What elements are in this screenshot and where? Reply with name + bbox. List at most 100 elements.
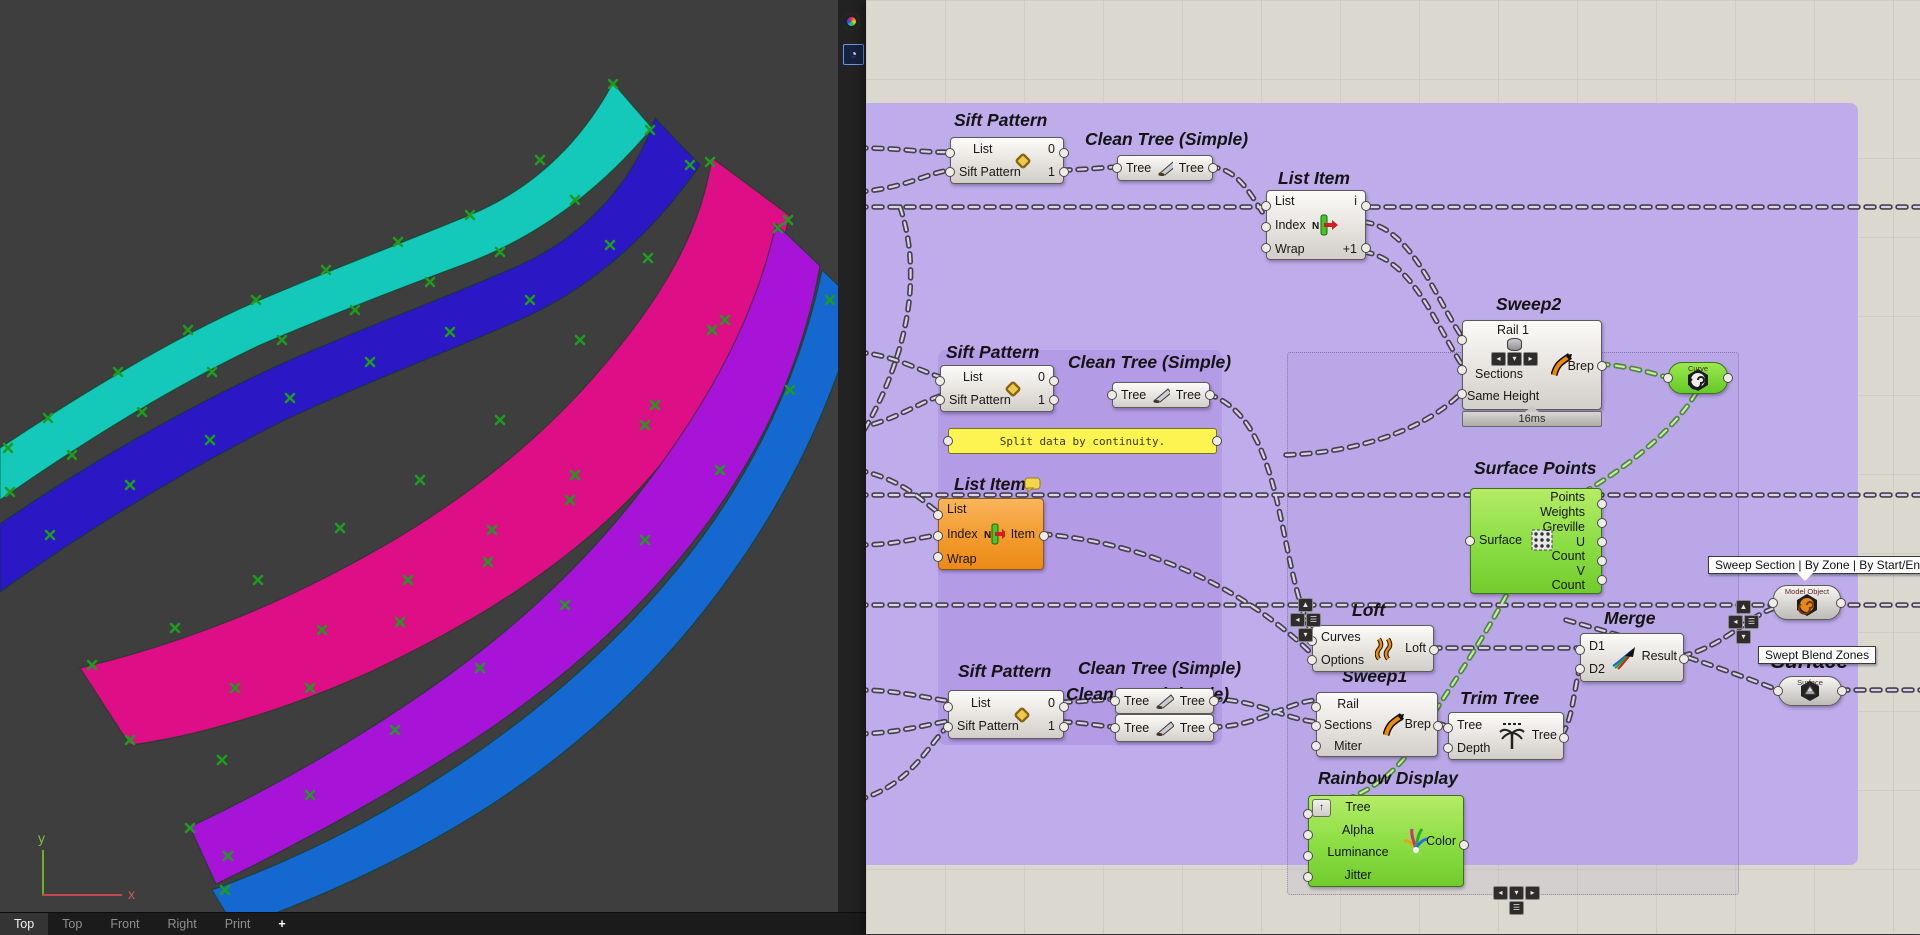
output-greville: Greville: [1542, 519, 1585, 534]
output-plus1: +1: [1342, 242, 1357, 256]
input-alpha: Alpha: [1342, 822, 1374, 837]
input-sift-pattern: Sift Pattern: [949, 392, 1011, 407]
input-index: Index: [947, 526, 978, 541]
grasshopper-icon[interactable]: ◔: [843, 44, 864, 65]
output-1: 1: [1048, 719, 1055, 734]
axis-y-line: [42, 850, 44, 895]
warning-balloon-icon: [1024, 477, 1041, 493]
palm-tree-icon: [1499, 723, 1525, 749]
title-sweep2: Sweep2: [1496, 294, 1562, 314]
component-clean-tree-4[interactable]: Tree Tree: [1110, 714, 1219, 742]
rhino-side-panel-edge: ◔: [838, 0, 867, 912]
tooltip-swept-blend-zones: Swept Blend Zones: [1758, 646, 1877, 664]
component-rainbow-display[interactable]: ↑ Tree Alpha Luminance Jitter Color: [1303, 795, 1469, 887]
input-miter: Miter: [1334, 738, 1362, 753]
component-trim-tree[interactable]: Tree Depth Tree: [1443, 712, 1569, 760]
component-surface-points[interactable]: Surface Points Weights Greville U Count …: [1465, 488, 1607, 594]
param-surface-label: Surface: [1797, 678, 1823, 687]
axis-x-label: x: [128, 886, 135, 902]
sift-pattern-icon: [1005, 381, 1021, 397]
loft-icon: [1375, 637, 1393, 661]
tab-front[interactable]: Front: [96, 913, 153, 935]
component-list-item-2[interactable]: List Index N Item Wrap: [933, 498, 1049, 570]
component-sweep2[interactable]: Rail 1 ◂ ▾ ▸ Sections Same Height Brep: [1457, 320, 1607, 410]
list-item-icon: N: [984, 523, 1005, 545]
input-sift-pattern: Sift Pattern: [959, 164, 1021, 179]
input-curves: Curves: [1321, 630, 1361, 645]
input-tree: Tree: [1124, 721, 1150, 735]
input-tree: Tree: [1457, 717, 1483, 732]
panel-note[interactable]: Split data by continuity.: [943, 428, 1222, 454]
input-tree: Tree: [1124, 694, 1150, 708]
component-list-item-1[interactable]: List i Index N Wrap +1: [1261, 190, 1371, 260]
input-sections: Sections: [1475, 367, 1523, 381]
output-v-count: V Count: [1551, 564, 1585, 593]
title-sift-pattern-1: Sift Pattern: [954, 110, 1048, 130]
title-merge: Merge: [1604, 608, 1656, 628]
sift-pattern-icon: [1014, 707, 1030, 723]
tab-top[interactable]: Top: [48, 913, 96, 935]
param-curve-label: Curve: [1687, 364, 1708, 373]
output-1: 1: [1038, 392, 1045, 407]
title-clean-tree-2: Clean Tree (Simple): [1068, 352, 1232, 372]
rhino-viewport[interactable]: y x: [0, 0, 838, 912]
title-rainbow-display: Rainbow Display: [1318, 768, 1459, 788]
tab-add-viewport[interactable]: +: [264, 913, 299, 935]
title-list-item-1: List Item: [1278, 168, 1350, 188]
component-sift-pattern-3[interactable]: List 0 Sift Pattern 1: [943, 690, 1069, 739]
input-list: List: [963, 370, 983, 385]
sift-pattern-icon: [1015, 153, 1031, 169]
component-loft[interactable]: Curves Options Loft: [1307, 625, 1439, 672]
input-tree: Tree: [1345, 800, 1371, 815]
output-color: Color: [1426, 834, 1456, 848]
input-jitter: Jitter: [1344, 867, 1372, 882]
input-index: Index: [1275, 218, 1306, 232]
tooltip-sweep-section: Sweep Section | By Zone | By Start/End: [1708, 556, 1920, 581]
output-brep: Brep: [1567, 359, 1594, 373]
component-clean-tree-2[interactable]: Tree Tree: [1107, 382, 1215, 408]
component-sift-pattern-1[interactable]: List 0 Sift Pattern 1: [945, 137, 1069, 184]
param-curve[interactable]: Curve: [1663, 362, 1733, 394]
saw-icon: [1156, 694, 1174, 709]
title-trim-tree: Trim Tree: [1460, 688, 1540, 708]
axis-gizmo: y x: [30, 830, 150, 904]
loft-cycle-widget[interactable]: ▲ ◂ ☰ ▾: [1290, 598, 1321, 642]
param-surface[interactable]: Surface: [1773, 676, 1847, 706]
param-model-object[interactable]: Model Object: [1768, 585, 1846, 620]
input-d1: D1: [1589, 638, 1605, 653]
param-model-object-label: Model Object: [1784, 587, 1830, 596]
rail-cycle-widget[interactable]: ◂ ▾ ▸: [1491, 338, 1538, 366]
panel-text: Split data by continuity.: [999, 434, 1166, 448]
bottom-cycle-widget[interactable]: ◂ ▾ ▸ ☰: [1493, 886, 1540, 915]
color-wheel-icon[interactable]: [843, 13, 860, 30]
input-wrap: Wrap: [1275, 242, 1305, 256]
model-object-icon: [1797, 594, 1817, 616]
axis-y-label: y: [38, 830, 45, 846]
output-result: Result: [1641, 649, 1677, 663]
output-item: Item: [1010, 526, 1035, 541]
tab-right[interactable]: Right: [154, 913, 211, 935]
grasshopper-canvas[interactable]: Sift Pattern Clean Tree (Simple) List It…: [866, 0, 1920, 934]
output-0: 0: [1038, 370, 1045, 385]
rainbow-icon: [1403, 828, 1429, 853]
output-u-count: U Count: [1551, 535, 1585, 564]
tab-top-active[interactable]: Top: [0, 913, 49, 935]
input-surface: Surface: [1479, 533, 1523, 547]
component-merge[interactable]: D1 D2 Result: [1575, 633, 1689, 682]
title-sift-pattern-3: Sift Pattern: [958, 661, 1052, 681]
preview-up-button[interactable]: ↑: [1312, 799, 1331, 817]
input-list: List: [973, 142, 993, 157]
viewport-tab-bar: Top Top Front Right Print +: [0, 912, 866, 935]
profiler-bar: 16ms: [1462, 406, 1602, 427]
component-clean-tree-3[interactable]: Tree Tree: [1110, 688, 1219, 714]
component-sift-pattern-2[interactable]: List 0 Sift Pattern 1: [935, 365, 1059, 412]
data-icon: [1507, 338, 1522, 351]
model-object-widget[interactable]: ▲ ◂ ☰ ▾: [1728, 600, 1759, 644]
output-tree: Tree: [1175, 388, 1201, 402]
component-sweep1[interactable]: Rail Sections Miter Brep: [1311, 692, 1443, 757]
component-clean-tree-1[interactable]: Tree Tree: [1112, 155, 1218, 181]
input-d2: D2: [1589, 662, 1605, 677]
output-tree: Tree: [1179, 721, 1205, 735]
tab-print[interactable]: Print: [211, 913, 265, 935]
saw-icon: [1156, 721, 1174, 736]
